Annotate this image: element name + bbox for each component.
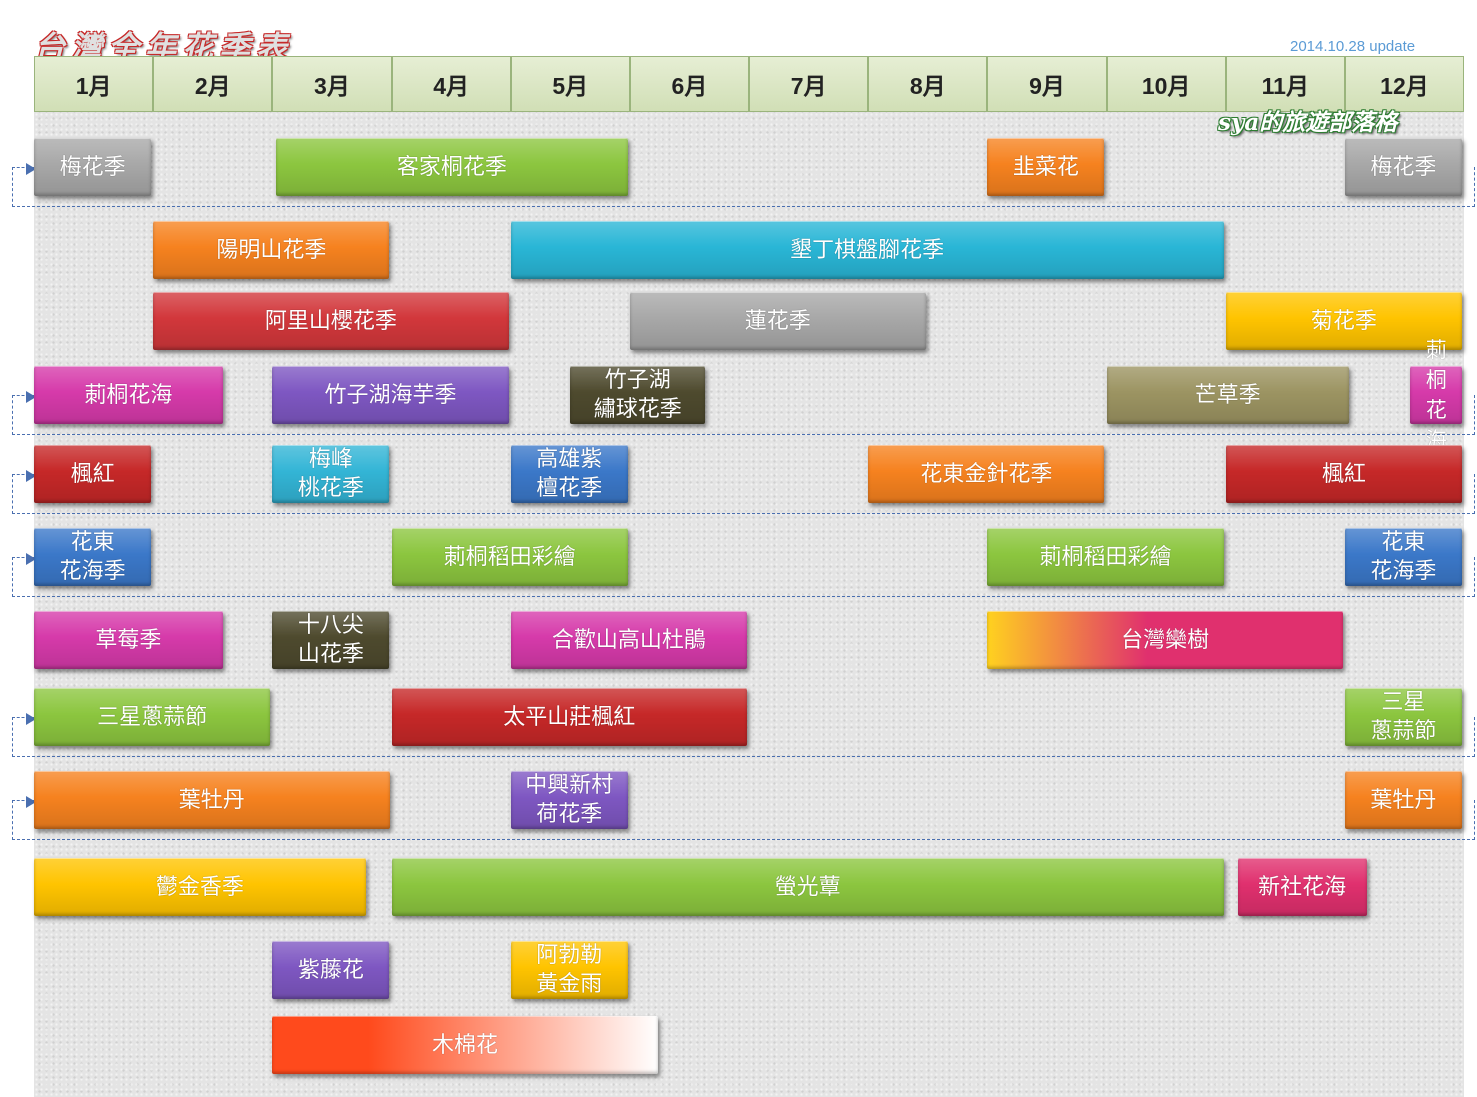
wrap-arrow-icon bbox=[12, 553, 36, 565]
season-bar: 陽明山花季 bbox=[153, 221, 390, 279]
wrap-arrow-icon bbox=[12, 796, 36, 808]
wrap-arrow-icon bbox=[12, 713, 36, 725]
season-bar: 台灣欒樹 bbox=[987, 611, 1343, 669]
month-7: 7月 bbox=[749, 56, 869, 112]
season-bar: 韭菜花 bbox=[987, 138, 1105, 196]
month-5: 5月 bbox=[510, 56, 630, 112]
season-bar: 太平山莊楓紅 bbox=[391, 688, 747, 746]
season-bar: 莿桐稻田彩繪 bbox=[391, 528, 628, 586]
season-bar: 竹子湖海芋季 bbox=[272, 366, 509, 424]
season-bar: 新社花海 bbox=[1237, 858, 1367, 916]
season-bar: 芒草季 bbox=[1106, 366, 1349, 424]
season-bar: 十八尖 山花季 bbox=[272, 611, 390, 669]
month-3: 3月 bbox=[272, 56, 392, 112]
season-bar: 梅峰 桃花季 bbox=[272, 445, 390, 503]
season-bar: 合歡山高山杜鵑 bbox=[510, 611, 747, 669]
update-date: 2014.10.28 update bbox=[1290, 38, 1416, 55]
season-bar: 阿勃勒 黃金雨 bbox=[510, 941, 628, 999]
season-bar: 梅花季 bbox=[1344, 138, 1462, 196]
season-bar: 花東 花海季 bbox=[1344, 528, 1462, 586]
month-8: 8月 bbox=[868, 56, 988, 112]
season-bar: 蓮花季 bbox=[629, 292, 926, 350]
season-bar: 螢光蕈 bbox=[391, 858, 1224, 916]
season-bar: 紫藤花 bbox=[272, 941, 390, 999]
month-6: 6月 bbox=[629, 56, 750, 112]
season-bar: 三星 蔥蒜節 bbox=[1344, 688, 1462, 746]
season-bar: 莿桐花海 bbox=[34, 366, 223, 424]
season-bar: 木棉花 bbox=[272, 1016, 658, 1074]
season-bar: 楓紅 bbox=[34, 445, 152, 503]
author-label: sya的旅遊部落格 bbox=[1218, 109, 1398, 136]
wrap-arrow-icon bbox=[12, 470, 36, 482]
season-bar: 草莓季 bbox=[34, 611, 223, 669]
season-bar: 客家桐花季 bbox=[275, 138, 628, 196]
month-4: 4月 bbox=[391, 56, 511, 112]
season-bar: 花東 花海季 bbox=[34, 528, 152, 586]
month-9: 9月 bbox=[987, 56, 1107, 112]
season-bar: 三星蔥蒜節 bbox=[34, 688, 271, 746]
year-wrap-connector bbox=[12, 557, 1475, 597]
season-bar: 中興新村 荷花季 bbox=[510, 771, 628, 829]
season-bar: 高雄紫 檀花季 bbox=[510, 445, 628, 503]
wrap-arrow-icon bbox=[12, 391, 36, 403]
season-bar: 莿 桐 花 海 bbox=[1410, 338, 1462, 452]
season-bar: 鬱金香季 bbox=[34, 858, 366, 916]
season-bar: 梅花季 bbox=[34, 138, 152, 196]
season-bar: 葉牡丹 bbox=[1344, 771, 1462, 829]
year-wrap-connector bbox=[12, 167, 1475, 207]
season-bar: 墾丁棋盤腳花季 bbox=[510, 221, 1224, 279]
month-10: 10月 bbox=[1106, 56, 1226, 112]
season-bar: 葉牡丹 bbox=[34, 771, 390, 829]
season-bar: 阿里山櫻花季 bbox=[153, 292, 509, 350]
season-bar: 楓紅 bbox=[1225, 445, 1462, 503]
month-1: 1月 bbox=[34, 56, 154, 112]
season-bar: 莿桐稻田彩繪 bbox=[987, 528, 1224, 586]
month-2: 2月 bbox=[153, 56, 273, 112]
wrap-arrow-icon bbox=[12, 163, 36, 175]
season-bar: 花東金針花季 bbox=[868, 445, 1105, 503]
season-bar: 竹子湖 繡球花季 bbox=[570, 366, 706, 424]
